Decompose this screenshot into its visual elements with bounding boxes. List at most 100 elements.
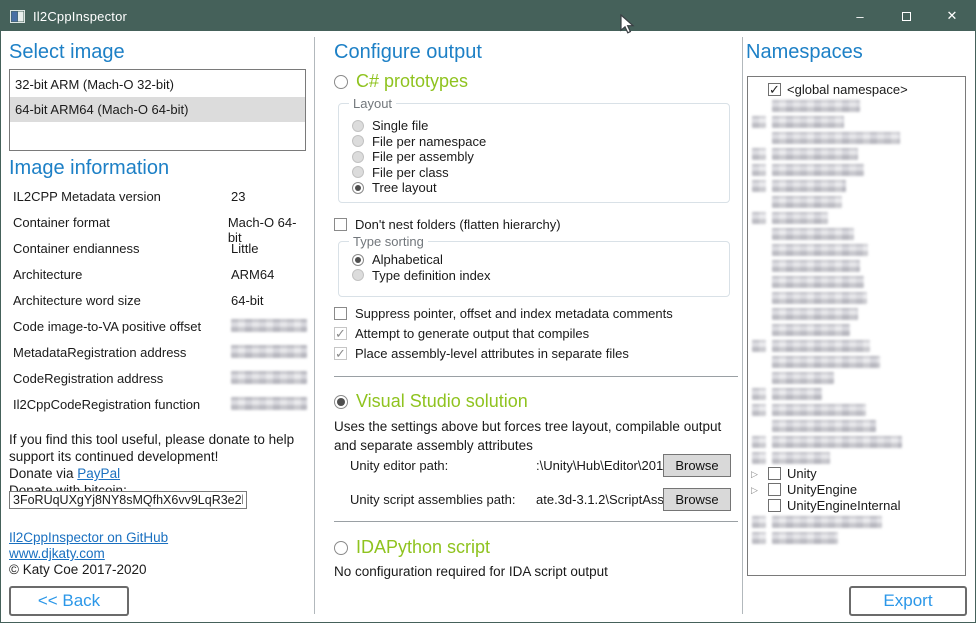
namespace-item-redacted[interactable] bbox=[748, 274, 965, 290]
namespace-item-redacted[interactable] bbox=[748, 434, 965, 450]
website-link[interactable]: www.djkaty.com bbox=[9, 546, 105, 561]
output-option-checkbox[interactable]: Suppress pointer, offset and index metad… bbox=[334, 304, 673, 322]
csharp-prototypes-radio[interactable]: C# prototypes bbox=[334, 71, 468, 92]
info-label: Architecture bbox=[13, 267, 231, 282]
namespace-item-redacted[interactable] bbox=[748, 194, 965, 210]
namespace-item-redacted[interactable] bbox=[748, 306, 965, 322]
checkbox-icon bbox=[334, 347, 347, 360]
namespace-item[interactable]: UnityEngineInternal bbox=[748, 498, 965, 514]
redacted-checkbox bbox=[752, 516, 766, 528]
back-button[interactable]: << Back bbox=[9, 586, 129, 616]
namespace-item-redacted[interactable] bbox=[748, 178, 965, 194]
namespace-item-redacted[interactable] bbox=[748, 130, 965, 146]
namespace-item-redacted[interactable] bbox=[748, 514, 965, 530]
redacted-label bbox=[772, 276, 864, 288]
radio-icon bbox=[352, 135, 364, 147]
namespace-item-redacted[interactable] bbox=[748, 98, 965, 114]
expander-icon[interactable]: ▷ bbox=[751, 468, 763, 480]
radio-icon bbox=[352, 151, 364, 163]
redacted-label bbox=[772, 116, 844, 128]
type-sorting-option[interactable]: Alphabetical bbox=[352, 252, 723, 268]
image-list-item[interactable]: 64-bit ARM64 (Mach-O 64-bit) bbox=[10, 97, 305, 122]
namespace-item-redacted[interactable] bbox=[748, 322, 965, 338]
export-button[interactable]: Export bbox=[849, 586, 967, 616]
namespace-item-redacted[interactable] bbox=[748, 402, 965, 418]
layout-option-label: File per class bbox=[372, 165, 449, 180]
titlebar[interactable]: Il2CppInspector – ✕ bbox=[1, 1, 975, 31]
namespace-item-redacted[interactable] bbox=[748, 162, 965, 178]
radio-icon bbox=[352, 120, 364, 132]
unity-editor-path-value: :\Unity\Hub\Editor\2019.2.8f1 bbox=[536, 458, 663, 473]
image-list-item[interactable]: 32-bit ARM (Mach-O 32-bit) bbox=[10, 72, 305, 97]
unity-editor-browse-button[interactable]: Browse bbox=[663, 454, 731, 477]
namespace-checkbox[interactable] bbox=[768, 499, 781, 512]
expander-icon[interactable]: ▷ bbox=[751, 484, 763, 496]
redacted-label bbox=[772, 420, 876, 432]
info-row: ArchitectureARM64 bbox=[9, 267, 309, 293]
csharp-prototypes-label: C# prototypes bbox=[356, 71, 468, 92]
namespace-item[interactable]: <global namespace> bbox=[748, 82, 965, 98]
namespace-item-redacted[interactable] bbox=[748, 386, 965, 402]
info-row: Container formatMach-O 64-bit bbox=[9, 215, 309, 241]
namespace-item-redacted[interactable] bbox=[748, 210, 965, 226]
namespace-item[interactable]: ▷ UnityEngine bbox=[748, 482, 965, 498]
redacted-label bbox=[772, 324, 850, 336]
minimize-button[interactable]: – bbox=[837, 1, 883, 31]
namespace-item-redacted[interactable] bbox=[748, 290, 965, 306]
flatten-checkbox[interactable]: Don't nest folders (flatten hierarchy) bbox=[334, 215, 561, 233]
namespace-item-redacted[interactable] bbox=[748, 418, 965, 434]
namespace-label: <global namespace> bbox=[787, 82, 908, 98]
maximize-button[interactable] bbox=[883, 1, 929, 31]
radio-icon bbox=[352, 182, 364, 194]
donate-block: If you find this tool useful, please don… bbox=[9, 431, 307, 499]
redacted-checkbox bbox=[752, 164, 766, 176]
checkbox-icon bbox=[334, 327, 347, 340]
radio-icon bbox=[334, 75, 348, 89]
unity-assemblies-browse-button[interactable]: Browse bbox=[663, 488, 731, 511]
donate-message: If you find this tool useful, please don… bbox=[9, 431, 307, 465]
namespace-item-redacted[interactable] bbox=[748, 258, 965, 274]
redacted-label bbox=[772, 532, 838, 544]
namespace-item-redacted[interactable] bbox=[748, 242, 965, 258]
namespace-item[interactable]: ▷Unity bbox=[748, 466, 965, 482]
output-option-checkbox: Place assembly-level attributes in separ… bbox=[334, 344, 629, 362]
image-information-heading: Image information bbox=[9, 157, 169, 180]
namespace-item-redacted[interactable] bbox=[748, 146, 965, 162]
namespace-checkbox[interactable] bbox=[768, 483, 781, 496]
layout-option-label: File per assembly bbox=[372, 149, 474, 164]
redacted-label bbox=[772, 356, 880, 368]
namespace-item-redacted[interactable] bbox=[748, 114, 965, 130]
namespace-label: UnityEngine bbox=[787, 482, 857, 498]
info-value: ARM64 bbox=[231, 267, 274, 282]
paypal-link[interactable]: PayPal bbox=[77, 466, 120, 481]
namespace-item-redacted[interactable] bbox=[748, 226, 965, 242]
namespaces-tree[interactable]: <global namespace>▷Unity▷UnityEngineUnit… bbox=[747, 76, 966, 576]
layout-option-label: Single file bbox=[372, 118, 428, 133]
namespace-item-redacted[interactable] bbox=[748, 354, 965, 370]
radio-icon bbox=[334, 395, 348, 409]
image-listbox[interactable]: 32-bit ARM (Mach-O 32-bit)64-bit ARM64 (… bbox=[9, 69, 306, 151]
namespace-item-redacted[interactable] bbox=[748, 530, 965, 546]
visual-studio-radio[interactable]: Visual Studio solution bbox=[334, 391, 528, 412]
namespace-checkbox[interactable] bbox=[768, 467, 781, 480]
layout-option[interactable]: Tree layout bbox=[352, 180, 723, 196]
close-button[interactable]: ✕ bbox=[929, 1, 975, 31]
radio-icon bbox=[352, 269, 364, 281]
info-row: Code image-to-VA positive offset bbox=[9, 319, 309, 345]
info-value: Little bbox=[231, 241, 258, 256]
namespace-item-redacted[interactable] bbox=[748, 370, 965, 386]
namespace-label: UnityEngineInternal bbox=[787, 498, 900, 514]
layout-option: File per class bbox=[352, 165, 723, 181]
type-sorting-group-title: Type sorting bbox=[349, 234, 428, 249]
namespace-item-redacted[interactable] bbox=[748, 338, 965, 354]
redacted-label bbox=[772, 196, 842, 208]
idapython-radio[interactable]: IDAPython script bbox=[334, 537, 490, 558]
bitcoin-address-input[interactable] bbox=[9, 491, 247, 509]
namespace-item-redacted[interactable] bbox=[748, 450, 965, 466]
github-link[interactable]: Il2CppInspector on GitHub bbox=[9, 530, 168, 545]
namespace-checkbox[interactable] bbox=[768, 83, 781, 96]
layout-option: Single file bbox=[352, 118, 723, 134]
type-sorting-options: AlphabeticalType definition index bbox=[352, 252, 723, 283]
unity-assemblies-path-value: ate.3d-3.1.2\ScriptAssemblies bbox=[536, 492, 663, 507]
select-image-heading: Select image bbox=[9, 41, 125, 64]
